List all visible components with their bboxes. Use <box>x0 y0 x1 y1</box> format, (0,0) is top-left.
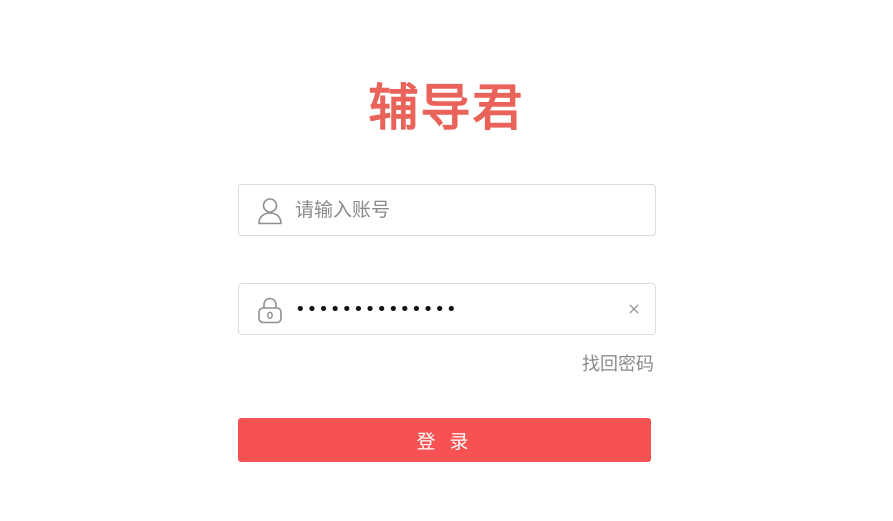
account-input[interactable] <box>295 194 615 226</box>
login-page: 辅导君 × 找回密码 登 录 <box>0 0 893 521</box>
password-field[interactable]: × <box>238 283 656 335</box>
password-input[interactable] <box>295 293 615 325</box>
brand-logo: 辅导君 <box>368 79 525 137</box>
user-icon <box>257 197 283 225</box>
forgot-password-link[interactable]: 找回密码 <box>582 353 654 377</box>
login-button[interactable]: 登 录 <box>238 418 651 462</box>
lock-icon <box>257 296 283 324</box>
clear-password-icon[interactable]: × <box>623 298 645 320</box>
account-field[interactable] <box>238 184 656 236</box>
